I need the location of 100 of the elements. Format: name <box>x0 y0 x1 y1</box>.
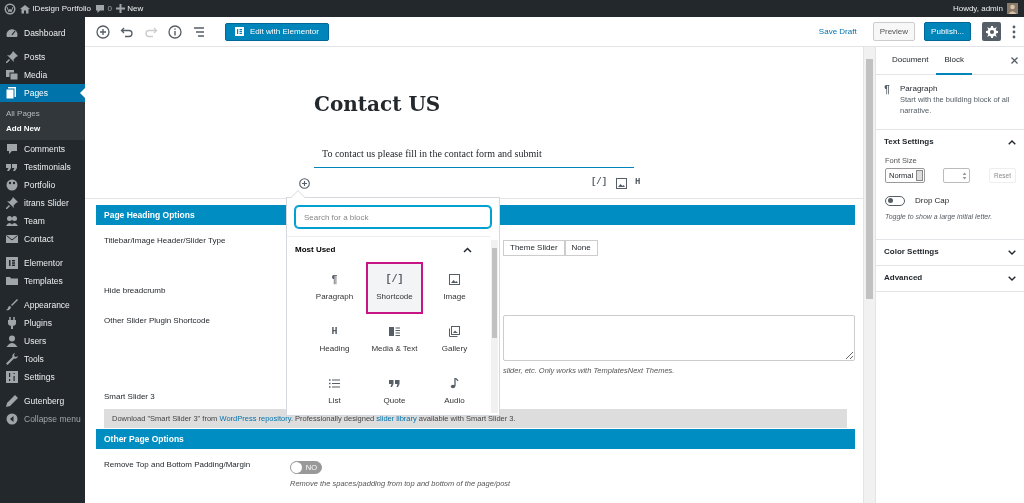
sidebar-item[interactable]: Users <box>0 332 85 350</box>
spinner-icon[interactable] <box>961 171 967 180</box>
greeting-link[interactable]: Howdy, admin <box>952 2 1003 15</box>
quote-icon <box>389 378 400 390</box>
sidebar-item[interactable]: Posts <box>0 48 85 66</box>
image-icon[interactable] <box>615 177 627 189</box>
elementor-icon <box>235 27 244 36</box>
block-type-icon: ¶ <box>884 83 890 97</box>
field-label: Smart Slider 3 <box>104 391 155 403</box>
list-icon <box>191 24 206 39</box>
image-icon <box>449 274 460 286</box>
pages-icon <box>6 87 18 99</box>
plug-icon <box>6 317 18 329</box>
block-option[interactable]: Media & Text <box>366 314 423 366</box>
block-type-button[interactable]: [/] <box>590 176 608 190</box>
publish-button[interactable]: Publish... <box>924 22 971 41</box>
folder-icon <box>6 275 18 287</box>
info-icon <box>167 24 182 39</box>
section-toggle[interactable]: Most Used <box>295 238 482 262</box>
popover-scrollbar[interactable] <box>491 240 498 413</box>
sidebar-item[interactable]: Elementor <box>0 254 85 272</box>
preview-button[interactable]: Preview <box>872 22 916 41</box>
panel-section-toggle[interactable]: Color Settings <box>876 239 1024 265</box>
close-icon <box>1010 57 1018 64</box>
toggle-label: Drop Cap <box>915 195 950 207</box>
block-type-button[interactable]: H <box>635 176 641 190</box>
home-icon <box>20 3 31 14</box>
new-link[interactable]: New <box>116 2 144 15</box>
scrollbar[interactable] <box>863 47 875 503</box>
panel-section-toggle[interactable]: Text Settings <box>876 129 1024 155</box>
sidebar-item[interactable]: Contact <box>0 230 85 248</box>
shortcode-field[interactable] <box>503 315 855 361</box>
chevron-up-icon <box>463 247 472 253</box>
media-icon <box>6 69 18 81</box>
chevron-up-icon <box>1008 139 1016 145</box>
gear-icon <box>985 25 998 38</box>
post-title[interactable]: Contact US <box>314 92 634 116</box>
panel-tab[interactable]: Block <box>936 46 973 75</box>
gallery-icon <box>449 326 460 338</box>
sidebar-item[interactable]: Plugins <box>0 314 85 332</box>
field-label: Titlebar/Image Header/Slider Type <box>104 235 227 247</box>
section-header: Other Page Options <box>96 429 855 449</box>
wrench-icon <box>6 353 18 365</box>
more-menu-icon[interactable] <box>1012 24 1016 39</box>
comment-icon <box>6 143 18 155</box>
quote-icon <box>6 161 18 173</box>
sliders-icon <box>6 371 18 383</box>
elementor-icon <box>6 257 18 269</box>
dashboard-icon <box>6 27 18 39</box>
block-name: Paragraph <box>900 83 939 95</box>
sidebar-item[interactable]: itrans Slider <box>0 194 85 212</box>
add-block-icon[interactable] <box>299 177 310 189</box>
add-block-button[interactable] <box>93 22 112 41</box>
comment-icon <box>95 3 106 14</box>
sidebar-item[interactable]: Portfolio <box>0 176 85 194</box>
submenu-item[interactable]: All Pages <box>0 106 85 121</box>
save-draft-link[interactable]: Save Draft <box>818 25 857 38</box>
settings-button[interactable] <box>982 22 1001 41</box>
site-link[interactable]: IDesign Portfolio <box>20 2 92 15</box>
block-option[interactable]: Image <box>426 262 483 314</box>
media-text-icon <box>389 326 400 338</box>
field-label: Other Slider Plugin Shortcode <box>104 315 211 327</box>
option-button[interactable]: None <box>564 240 598 256</box>
submenu-item[interactable]: Add New <box>0 121 85 136</box>
avatar <box>1007 3 1018 14</box>
field-label: Hide breadcrumb <box>104 285 167 297</box>
chevron-down-icon <box>1008 275 1016 281</box>
panel-section-toggle[interactable]: Advanced <box>876 265 1024 291</box>
comments-link[interactable]: 0 <box>95 2 112 15</box>
block-option[interactable]: ¶ Paragraph <box>306 262 363 314</box>
font-size-field[interactable] <box>943 168 970 183</box>
sidebar-item[interactable]: Team <box>0 212 85 230</box>
block-option[interactable]: Gallery <box>426 314 483 366</box>
sidebar-item[interactable]: Templates <box>0 272 85 290</box>
sidebar-item[interactable]: Comments <box>0 140 85 158</box>
info-button[interactable] <box>165 22 184 41</box>
sidebar-item[interactable]: Testimonials <box>0 158 85 176</box>
block-option[interactable]: [/] Shortcode <box>366 262 423 314</box>
elementor-button[interactable]: Edit with Elementor <box>225 22 329 41</box>
paragraph-block[interactable]: To contact us please fill in the contact form and submit <box>314 146 634 168</box>
sidebar-item[interactable]: Dashboard <box>0 24 85 42</box>
list-icon <box>329 378 340 390</box>
people-icon <box>6 215 18 227</box>
sidebar-item[interactable]: Media <box>0 66 85 84</box>
panel-tab[interactable]: Document <box>884 46 937 75</box>
block-search-field[interactable]: Search for a block <box>295 206 491 228</box>
plus-icon <box>116 4 126 13</box>
user-icon <box>6 335 18 347</box>
chevron-down-icon <box>1008 249 1016 255</box>
option-button[interactable]: Theme Slider <box>503 240 565 256</box>
pin-icon <box>6 51 18 63</box>
add-icon <box>95 24 110 39</box>
sidebar-item[interactable]: Tools <box>0 350 85 368</box>
sidebar-item[interactable]: Settings <box>0 368 85 386</box>
sidebar-item[interactable]: Appearance <box>0 296 85 314</box>
collapse-menu-button[interactable]: Collapse menu <box>0 410 85 428</box>
sidebar-item[interactable]: Pages <box>0 84 85 102</box>
sidebar-item[interactable]: Gutenberg <box>0 392 85 410</box>
field-label: Remove Top and Bottom Padding/Margin <box>104 459 252 471</box>
block-option[interactable]: H Heading <box>306 314 363 366</box>
